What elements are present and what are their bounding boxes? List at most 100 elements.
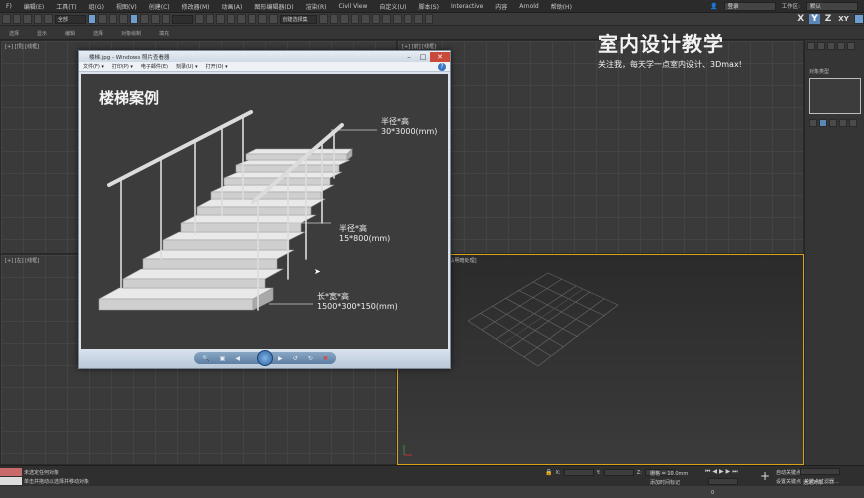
axis-y-button[interactable]: Y (809, 14, 820, 24)
unlink-icon[interactable] (33, 14, 43, 24)
render-production-icon[interactable] (414, 14, 423, 24)
user-icon[interactable]: 👤 (710, 3, 717, 10)
material-editor-icon[interactable] (382, 14, 391, 24)
play-icon[interactable]: ▶ (719, 468, 724, 476)
pin-stack-icon[interactable] (809, 119, 817, 127)
undo-icon[interactable] (2, 14, 11, 24)
align-icon[interactable] (329, 14, 339, 24)
help-icon[interactable]: ? (438, 62, 446, 71)
axis-x-button[interactable]: X (795, 14, 806, 24)
bind-spacewarp-icon[interactable] (44, 14, 53, 24)
ribbon-tab-display[interactable]: 显示 (28, 30, 56, 39)
modify-tab-icon[interactable] (817, 42, 825, 50)
viewer-menu-open[interactable]: 打开(O) ▾ (206, 63, 228, 70)
lock-icon[interactable]: 🔒 (545, 469, 552, 476)
coord-x-field[interactable] (563, 469, 594, 476)
viewer-menu-print[interactable]: 打印(P) ▾ (112, 63, 133, 70)
viewport-label[interactable]: [+] [左] [线框] (5, 257, 39, 264)
layer-explorer-icon[interactable] (340, 14, 349, 24)
menu-create[interactable]: 创建(C) (143, 2, 176, 11)
menu-tools[interactable]: 工具(T) (50, 2, 82, 11)
select-manipulate-icon[interactable] (205, 14, 215, 24)
render-setup-icon[interactable] (392, 14, 402, 24)
go-end-icon[interactable]: ⏭ (732, 468, 737, 476)
rect-selection-icon[interactable] (108, 14, 118, 24)
selection-filter-dropdown[interactable]: 全部 (54, 14, 86, 24)
menu-scripting[interactable]: 脚本(S) (412, 2, 445, 11)
ribbon-tab-edit[interactable]: 编辑 (56, 30, 84, 39)
object-list[interactable] (809, 78, 861, 114)
menu-civil-view[interactable]: Civil View (332, 3, 373, 10)
link-icon[interactable] (23, 14, 32, 24)
viewport-front[interactable]: [+] [前] [线框] (397, 40, 804, 254)
auto-key-button[interactable]: 自动关键点 (776, 469, 801, 476)
viewport-label[interactable]: [+] [顶] [线框] (5, 43, 39, 50)
axis-z-button[interactable]: Z (823, 14, 834, 24)
delete-icon[interactable]: ✖ (323, 355, 328, 362)
menu-graph-editors[interactable]: 图形编辑器(D) (248, 2, 299, 11)
actual-size-icon[interactable]: ▣ (220, 355, 226, 362)
rotate-left-icon[interactable]: ↺ (293, 355, 298, 362)
menu-rendering[interactable]: 渲染(R) (300, 2, 333, 11)
key-filters-button[interactable]: 关键点过滤器... (804, 478, 839, 485)
go-start-icon[interactable]: ⏮ (705, 468, 710, 476)
named-selection-set-dropdown[interactable]: 创建选择集 (279, 14, 317, 24)
select-object-icon[interactable] (87, 14, 97, 24)
maximize-icon[interactable]: □ (416, 52, 430, 62)
menu-modifiers[interactable]: 修改器(M) (176, 2, 216, 11)
make-unique-icon[interactable] (829, 119, 837, 127)
workspace-dropdown[interactable]: 默认 (806, 1, 858, 11)
menu-interactive[interactable]: Interactive (445, 3, 489, 10)
axis-xy-button[interactable]: XY (836, 15, 850, 23)
next-frame-icon[interactable]: ▶ (726, 468, 731, 476)
menu-help[interactable]: 帮助(H) (545, 2, 578, 11)
set-key-button[interactable]: 设置关键点 (776, 478, 801, 485)
reference-coord-dropdown[interactable] (172, 14, 194, 24)
key-mode-icon[interactable]: + (760, 469, 770, 483)
menu-item[interactable]: F) (0, 3, 18, 10)
ribbon-tab-populate[interactable]: 填充 (150, 30, 178, 39)
create-tab-icon[interactable] (807, 42, 815, 50)
angle-snap-icon[interactable] (237, 14, 246, 24)
menu-customize[interactable]: 自定义(U) (373, 2, 412, 11)
render-iterative-icon[interactable] (424, 14, 434, 24)
coord-y-field[interactable] (603, 469, 634, 476)
maxscript-listener[interactable] (0, 468, 22, 476)
user-login[interactable]: 登录 (723, 1, 776, 11)
prev-frame-icon[interactable]: ◀ (712, 468, 717, 476)
viewer-menu-file[interactable]: 文件(F) ▾ (83, 63, 104, 70)
slideshow-button[interactable] (257, 350, 273, 366)
menu-group[interactable]: 组(G) (83, 2, 110, 11)
redo-icon[interactable] (12, 14, 22, 24)
hierarchy-tab-icon[interactable] (827, 42, 835, 50)
minimize-icon[interactable]: – (402, 52, 416, 62)
mirror-icon[interactable] (318, 14, 328, 24)
display-tab-icon[interactable] (847, 42, 855, 50)
motion-tab-icon[interactable] (837, 42, 845, 50)
maxscript-listener-2[interactable] (0, 477, 22, 485)
snap-icon[interactable] (226, 14, 236, 24)
viewer-menu-burn[interactable]: 刻录(U) ▾ (176, 63, 198, 70)
add-time-tag[interactable]: 添加时间标记 (650, 479, 680, 486)
window-crossing-icon[interactable] (119, 14, 128, 24)
rendered-frame-icon[interactable] (403, 14, 413, 24)
select-by-name-icon[interactable] (98, 14, 107, 24)
menu-content[interactable]: 内容 (489, 2, 513, 11)
menu-animation[interactable]: 动画(A) (216, 2, 249, 11)
curve-editor-icon[interactable] (361, 14, 370, 24)
toggle-scene-explorer-icon[interactable] (350, 14, 360, 24)
edit-named-sets-icon[interactable] (269, 14, 278, 24)
viewer-titlebar[interactable]: 楼梯.jpg - Windows 照片查看器 – □ ✕ (79, 51, 450, 62)
zoom-icon[interactable]: 🔍 (202, 355, 209, 362)
next-icon[interactable]: ▶ (278, 355, 283, 362)
keyboard-shortcut-icon[interactable] (216, 14, 225, 24)
rotate-right-icon[interactable]: ↻ (308, 355, 313, 362)
configure-sets-icon[interactable] (849, 119, 857, 127)
current-frame-field[interactable]: 0 (708, 478, 738, 496)
menu-view[interactable]: 视图(V) (110, 2, 143, 11)
key-selection-dropdown[interactable]: 选定对象 (800, 468, 840, 486)
move-icon[interactable] (129, 14, 139, 24)
pivot-icon[interactable] (195, 14, 204, 24)
rotate-icon[interactable] (140, 14, 150, 24)
ribbon-tab-select[interactable]: 选择 (0, 30, 28, 39)
